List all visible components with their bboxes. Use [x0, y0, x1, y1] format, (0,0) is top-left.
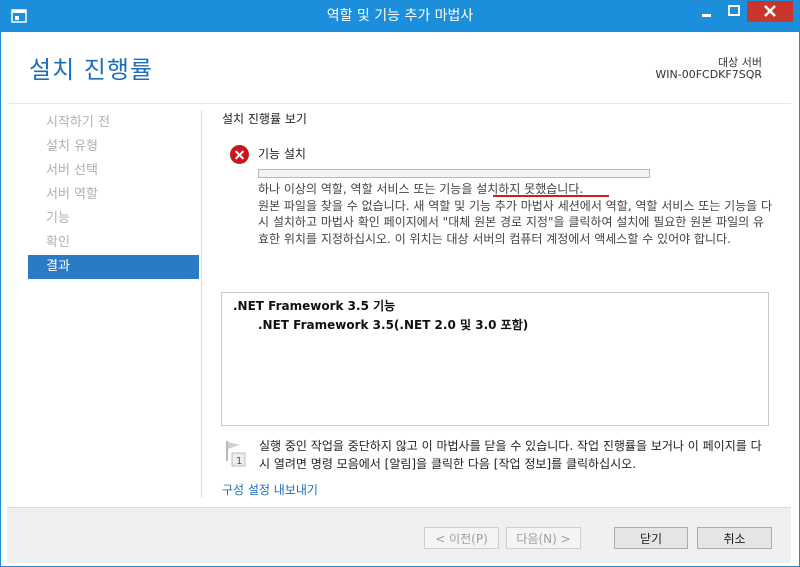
results-list[interactable]: .NET Framework 3.5 기능 .NET Framework 3.5…	[221, 292, 769, 426]
nav-item-features[interactable]: 기능	[28, 207, 199, 231]
export-settings-link[interactable]: 구성 설정 내보내기	[222, 481, 318, 498]
close-button[interactable]: 닫기	[614, 527, 688, 549]
progress-bar	[258, 169, 650, 178]
status-title: 기능 설치	[258, 147, 306, 161]
previous-button[interactable]: < 이전(P)	[424, 527, 499, 549]
nav-item-installation-type[interactable]: 설치 유형	[28, 135, 199, 159]
header-divider	[7, 103, 791, 104]
nav-item-server-roles[interactable]: 서버 역할	[28, 183, 199, 207]
cancel-button[interactable]: 취소	[697, 527, 772, 549]
close-icon	[764, 5, 776, 17]
list-item: .NET Framework 3.5 기능	[233, 299, 396, 313]
info-text: 실행 중인 작업을 중단하지 않고 이 마법사를 닫을 수 있습니다. 작업 진…	[259, 439, 762, 471]
list-item: .NET Framework 3.5(.NET 2.0 및 3.0 포함)	[258, 318, 529, 332]
nav-item-server-selection[interactable]: 서버 선택	[28, 159, 199, 183]
nav-divider	[201, 110, 202, 498]
flag-icon: 1	[226, 441, 246, 467]
nav-item-results[interactable]: 결과	[28, 255, 199, 279]
svg-text:1: 1	[236, 456, 242, 467]
nav-item-before-you-begin[interactable]: 시작하기 전	[28, 111, 199, 135]
next-button[interactable]: 다음(N) >	[506, 527, 581, 549]
minimize-button[interactable]	[692, 1, 721, 22]
title-bar[interactable]: 역할 및 기능 추가 마법사	[1, 1, 799, 32]
error-underline	[493, 195, 609, 197]
target-server-name: WIN-00FCDKF7SQR	[655, 68, 762, 81]
error-icon	[230, 145, 249, 164]
page-header: 설치 진행률 대상 서버 WIN-00FCDKF7SQR	[8, 32, 792, 104]
window-title: 역할 및 기능 추가 마법사	[326, 8, 474, 24]
wizard-window: 역할 및 기능 추가 마법사 설치 진행률 대상 서버 WIN-00FCDKF7…	[0, 0, 800, 567]
nav-item-confirmation[interactable]: 확인	[28, 231, 199, 255]
maximize-icon	[728, 5, 740, 16]
section-title: 설치 진행률 보기	[222, 112, 307, 126]
close-window-button[interactable]	[747, 1, 793, 22]
maximize-button[interactable]	[721, 1, 747, 22]
minimize-icon	[702, 14, 711, 17]
error-detail: 원본 파일을 찾을 수 없습니다. 새 역할 및 기능 추가 마법사 세션에서 …	[258, 198, 773, 246]
wizard-steps-nav: 시작하기 전 설치 유형 서버 선택 서버 역할 기능 확인 결과	[28, 111, 199, 279]
page-title: 설치 진행률	[29, 56, 154, 84]
error-message: 하나 이상의 역할, 역할 서비스 또는 기능을 설치하지 못했습니다. 원본 …	[258, 181, 773, 247]
